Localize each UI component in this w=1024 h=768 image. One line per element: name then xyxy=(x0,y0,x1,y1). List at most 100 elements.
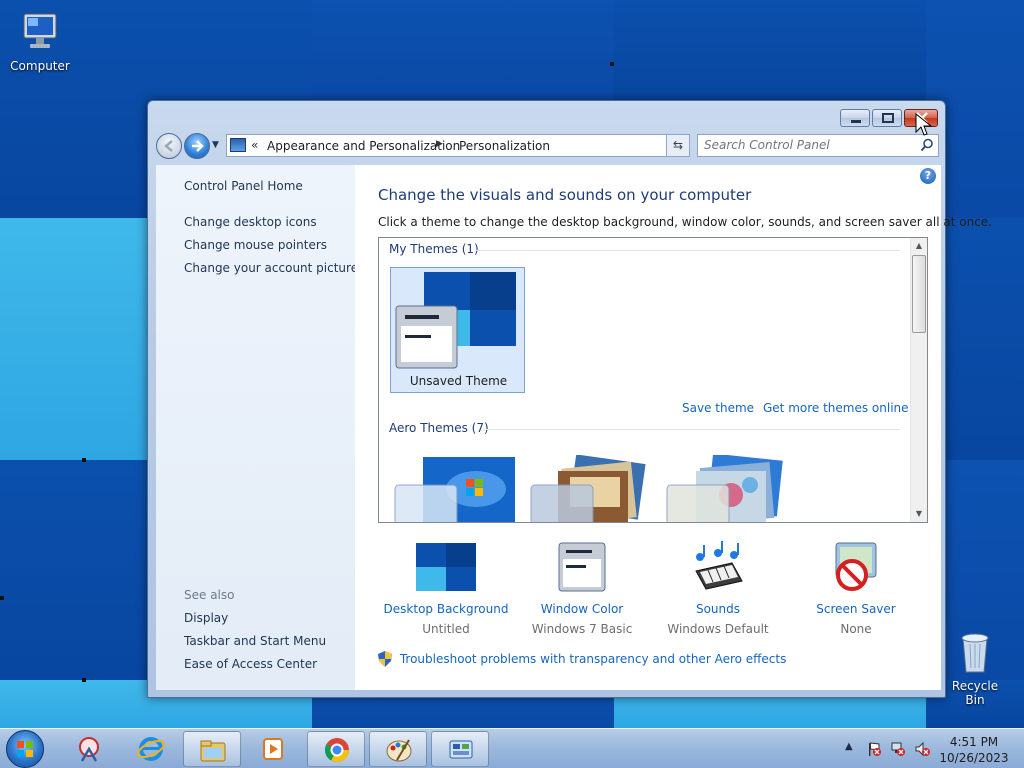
change-desktop-icons-link[interactable]: Change desktop icons xyxy=(184,215,317,229)
screen-saver-title: Screen Saver xyxy=(816,602,896,616)
sounds-value: Windows Default xyxy=(667,622,769,636)
back-button[interactable] xyxy=(156,133,182,159)
aero-themes-header[interactable]: Aero Themes (7) xyxy=(389,421,489,435)
theme-card-characters[interactable] xyxy=(666,455,792,523)
chrome-icon xyxy=(324,738,349,763)
breadcrumb-appearance[interactable]: Appearance and Personalization xyxy=(267,139,460,153)
theme-list-scrollbar[interactable]: ▲ ▼ xyxy=(910,238,927,522)
unsaved-theme-label: Unsaved Theme xyxy=(409,374,508,388)
control-panel-icon xyxy=(230,138,246,152)
task-pane: Control Panel Home Change desktop icons … xyxy=(156,165,358,690)
folder-icon xyxy=(200,740,226,762)
desktop-background-value: Untitled xyxy=(422,622,470,636)
taskbar-start-menu-link[interactable]: Taskbar and Start Menu xyxy=(184,634,326,648)
control-panel-icon xyxy=(449,740,473,759)
network-icon[interactable] xyxy=(890,741,906,757)
sounds-setting[interactable]: Sounds Windows Default xyxy=(648,541,788,636)
help-icon: ? xyxy=(924,169,932,182)
window-color-title: Window Color xyxy=(540,602,624,616)
grid-marker xyxy=(0,596,4,600)
screen-saver-icon xyxy=(835,542,877,591)
start-button[interactable] xyxy=(6,730,44,768)
grid-marker xyxy=(610,62,614,66)
recent-pages-dropdown[interactable]: ▼ xyxy=(212,140,222,150)
taskbar-snipping-tool[interactable] xyxy=(60,731,118,767)
my-themes-header[interactable]: My Themes (1) xyxy=(389,242,479,256)
desktop-background-icon xyxy=(416,543,476,591)
group-divider xyxy=(475,250,900,251)
breadcrumb-personalization[interactable]: Personalization xyxy=(459,139,550,153)
theme-card-unsaved[interactable]: Unsaved Theme xyxy=(390,267,525,393)
chevron-left-icon[interactable]: « xyxy=(251,138,258,152)
windows-logo-icon xyxy=(17,741,33,757)
window-color-value: Windows 7 Basic xyxy=(531,622,633,636)
desktop-tile xyxy=(614,0,926,100)
scroll-down-arrow-icon[interactable]: ▼ xyxy=(911,506,927,522)
forward-arrow-icon xyxy=(192,140,204,152)
taskbar-internet-explorer[interactable] xyxy=(122,731,180,767)
unsaved-theme-preview xyxy=(395,272,516,369)
change-mouse-pointers-link[interactable]: Change mouse pointers xyxy=(184,238,327,252)
breadcrumb-arrow-icon[interactable]: ▶ xyxy=(436,139,443,149)
see-also-label: See also xyxy=(184,588,235,602)
uac-shield-icon xyxy=(378,651,392,667)
desktop-tile xyxy=(946,218,1024,460)
main-content: ? Change the visuals and sounds on your … xyxy=(355,165,992,690)
window-color-icon xyxy=(558,542,606,592)
change-account-picture-link[interactable]: Change your account picture xyxy=(184,261,358,275)
group-divider xyxy=(483,429,900,430)
help-button[interactable]: ? xyxy=(920,168,936,184)
show-hidden-icons-button[interactable]: ▲ xyxy=(845,741,853,752)
forward-button[interactable] xyxy=(184,133,210,159)
refresh-button[interactable]: ⇆ xyxy=(666,134,690,157)
taskbar-chrome[interactable] xyxy=(307,731,365,767)
clock-date: 10/26/2023 xyxy=(939,751,1009,765)
screen-saver-value: None xyxy=(840,622,872,636)
volume-icon[interactable] xyxy=(914,741,930,757)
screen-saver-setting[interactable]: Screen Saver None xyxy=(786,541,926,636)
taskbar-paint[interactable] xyxy=(369,731,427,767)
search-box[interactable] xyxy=(697,134,939,157)
desktop-tile xyxy=(312,0,614,100)
get-more-themes-link[interactable]: Get more themes online xyxy=(763,401,909,415)
display-link[interactable]: Display xyxy=(184,611,228,625)
media-player-icon xyxy=(263,738,283,760)
desktop-icon-computer[interactable]: Computer xyxy=(6,10,74,73)
refresh-icon: ⇆ xyxy=(672,138,684,152)
search-icon[interactable] xyxy=(920,138,934,152)
recycle-bin-icon xyxy=(961,633,989,673)
desktop-background-setting[interactable]: Desktop Background Untitled xyxy=(376,541,516,636)
scrollbar-thumb[interactable] xyxy=(912,255,926,333)
taskbar-media-player[interactable] xyxy=(244,731,302,767)
page-title: Change the visuals and sounds on your co… xyxy=(378,186,752,204)
action-center-flag-icon[interactable] xyxy=(866,741,882,757)
ease-of-access-link[interactable]: Ease of Access Center xyxy=(184,657,317,671)
scroll-up-arrow-icon[interactable]: ▲ xyxy=(911,238,927,254)
minimize-button[interactable] xyxy=(840,109,870,127)
address-bar[interactable]: « Appearance and Personalization ▶ Perso… xyxy=(226,134,690,157)
theme-list[interactable]: My Themes (1) Unsaved Theme Save theme G… xyxy=(378,237,928,523)
internet-explorer-icon xyxy=(137,737,165,761)
desktop-tile xyxy=(0,218,148,460)
minimize-icon xyxy=(851,120,861,123)
page-description: Click a theme to change the desktop back… xyxy=(378,215,992,229)
search-input[interactable] xyxy=(704,138,904,152)
sounds-icon xyxy=(695,541,743,590)
troubleshoot-row[interactable]: Troubleshoot problems with transparency … xyxy=(378,651,786,667)
maximize-icon xyxy=(882,113,894,123)
window-color-setting[interactable]: Window Color Windows 7 Basic xyxy=(512,541,652,636)
control-panel-home-link[interactable]: Control Panel Home xyxy=(184,179,303,193)
sounds-title: Sounds xyxy=(695,602,741,616)
theme-card-windows[interactable] xyxy=(394,455,520,523)
troubleshoot-link[interactable]: Troubleshoot problems with transparency … xyxy=(400,652,787,666)
taskbar-control-panel[interactable] xyxy=(431,731,489,767)
back-arrow-icon xyxy=(164,140,173,152)
computer-icon xyxy=(23,13,57,48)
personalization-window: ▼ « Appearance and Personalization ▶ Per… xyxy=(147,100,992,698)
maximize-button[interactable] xyxy=(872,109,902,127)
save-theme-link[interactable]: Save theme xyxy=(682,401,754,415)
desktop-icon-recycle-bin[interactable]: Recycle Bin xyxy=(944,630,1006,707)
system-clock[interactable]: 4:51 PM 10/26/2023 xyxy=(936,734,1012,766)
theme-card-architecture[interactable] xyxy=(530,455,656,523)
taskbar-file-explorer[interactable] xyxy=(183,731,241,767)
